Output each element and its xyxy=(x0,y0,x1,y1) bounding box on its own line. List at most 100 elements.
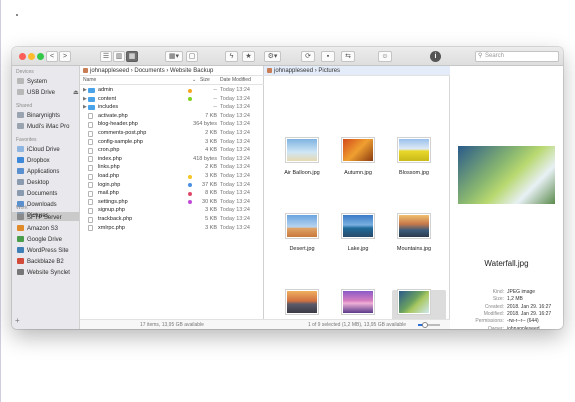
list-path-bar[interactable]: johnappleseed › Documents › Website Back… xyxy=(80,66,264,76)
favorite-button[interactable]: ★ xyxy=(242,51,255,62)
back-button[interactable]: < xyxy=(46,51,58,62)
metadata-value: JPEG image xyxy=(507,289,536,295)
metadata-key: Permissions: xyxy=(475,318,504,325)
image-thumbnail[interactable] xyxy=(285,137,319,163)
sidebar-item-label: System xyxy=(27,79,48,85)
list-view-button[interactable]: ☰ xyxy=(100,51,112,62)
file-row[interactable]: trackback.php 5 KB Today 13:24 xyxy=(80,215,264,224)
zoom-window-button[interactable] xyxy=(37,53,44,60)
image-thumbnail[interactable] xyxy=(341,213,375,239)
file-name: xmlrpc.php xyxy=(98,224,125,231)
sidebar-item-icon xyxy=(17,214,24,220)
thumbnail-label[interactable]: Desert.jpg xyxy=(274,246,330,252)
sidebar-item[interactable]: Backblaze B2 xyxy=(17,258,79,267)
thumbnail-label[interactable]: Autumn.jpg xyxy=(330,170,386,176)
close-window-button[interactable] xyxy=(19,53,26,60)
thumbnail-label-text: Mountains.jpg xyxy=(396,246,432,252)
file-row[interactable]: links.php 2 KB Today 13:24 xyxy=(80,163,264,172)
image-thumbnail[interactable] xyxy=(397,289,431,315)
image-thumbnail[interactable] xyxy=(285,289,319,315)
zoom-slider-knob[interactable] xyxy=(421,322,428,328)
file-icon xyxy=(88,130,93,137)
file-row[interactable]: ▶ content -- Today 13:24 xyxy=(80,95,264,104)
add-sidebar-item-button[interactable]: + xyxy=(15,316,20,325)
sidebar-item[interactable]: Documents xyxy=(17,190,79,199)
file-size: 5 KB xyxy=(205,216,217,222)
folder-icon xyxy=(88,96,95,102)
gear-icon: ⚙▾ xyxy=(267,53,278,60)
file-row[interactable]: signup.php 3 KB Today 13:24 xyxy=(80,206,264,215)
minimize-window-button[interactable] xyxy=(28,53,35,60)
sidebar-item[interactable]: Google Drive xyxy=(17,236,79,245)
file-size: -- xyxy=(213,87,217,93)
file-name: cron.php xyxy=(98,147,120,154)
disclosure-triangle-icon[interactable]: ▶ xyxy=(83,86,87,95)
image-thumbnail[interactable] xyxy=(397,213,431,239)
thumbnail-label[interactable]: Air Balloon.jpg xyxy=(274,170,330,176)
file-row[interactable]: mail.php 8 KB Today 13:24 xyxy=(80,189,264,198)
compare-button[interactable]: ⇆ xyxy=(341,51,355,62)
sidebar-item[interactable]: iCloud Drive xyxy=(17,146,79,155)
icon-path-bar[interactable]: johnappleseed › Pictures xyxy=(264,66,450,76)
file-row[interactable]: comments-post.php 2 KB Today 13:24 xyxy=(80,129,264,138)
file-row[interactable]: blog-header.php 364 bytes Today 13:24 xyxy=(80,120,264,129)
eject-icon[interactable]: ⏏ xyxy=(73,89,79,98)
search-input[interactable]: ⚲ Search xyxy=(475,51,559,62)
thumbnail-label[interactable]: Blossom.jpg xyxy=(386,170,442,176)
sidebar-item[interactable]: Binarynights xyxy=(17,112,79,121)
terminal-button[interactable]: ▪ xyxy=(321,51,335,62)
file-date: Today 13:24 xyxy=(220,95,250,102)
file-row[interactable]: activate.php 7 KB Today 13:24 xyxy=(80,112,264,121)
file-row[interactable]: ▶ includes -- Today 13:24 xyxy=(80,103,264,112)
file-date: Today 13:24 xyxy=(220,138,250,145)
new-file-button[interactable]: ▢ xyxy=(186,51,198,62)
sidebar-item-label: Amazon S3 xyxy=(27,226,59,232)
file-row[interactable]: index.php 418 bytes Today 13:24 xyxy=(80,155,264,164)
sidebar-item[interactable]: Desktop xyxy=(17,179,79,188)
quick-action-button[interactable]: ϟ xyxy=(225,51,238,62)
sidebar-item[interactable]: WordPress Site xyxy=(17,247,79,256)
info-icon: i xyxy=(434,53,437,60)
image-thumbnail[interactable] xyxy=(397,137,431,163)
arrange-button[interactable]: ▦▾ xyxy=(165,51,183,62)
image-thumbnail[interactable] xyxy=(341,137,375,163)
file-row[interactable]: login.php 37 KB Today 13:24 xyxy=(80,181,264,190)
info-button[interactable]: i xyxy=(430,51,441,62)
file-icon xyxy=(88,207,93,214)
connect-button[interactable]: ☺ xyxy=(378,51,392,62)
file-row[interactable]: settings.php 30 KB Today 13:24 xyxy=(80,198,264,207)
file-row[interactable]: config-sample.php 3 KB Today 13:24 xyxy=(80,138,264,147)
file-name: signup.php xyxy=(98,207,125,214)
file-row[interactable]: load.php 3 KB Today 13:24 xyxy=(80,172,264,181)
file-row[interactable]: xmlrpc.php 3 KB Today 13:24 xyxy=(80,224,264,233)
sidebar-item[interactable]: Applications xyxy=(17,168,79,177)
sidebar-item-label: iCloud Drive xyxy=(27,147,60,153)
sidebar-item[interactable]: Dropbox xyxy=(17,157,79,166)
date-column-header[interactable]: Date Modified xyxy=(220,76,251,85)
file-size: 2 KB xyxy=(205,164,217,171)
sidebar-item[interactable]: SFTP Server xyxy=(17,214,79,223)
file-row[interactable]: ▶ admin -- Today 13:24 xyxy=(80,86,264,95)
file-size: 364 bytes xyxy=(193,121,217,128)
disclosure-triangle-icon[interactable]: ▶ xyxy=(83,103,87,112)
thumbnail-image xyxy=(343,291,373,313)
icon-view-button[interactable]: ▦ xyxy=(126,51,138,62)
image-thumbnail[interactable] xyxy=(341,289,375,315)
column-view-button[interactable]: ▥ xyxy=(113,51,125,62)
sidebar-item[interactable]: Amazon S3 xyxy=(17,225,79,234)
sidebar-item[interactable]: Website Synclet xyxy=(17,269,79,278)
sidebar-item[interactable]: Mudi's iMac Pro xyxy=(17,123,79,132)
size-column-header[interactable]: Size xyxy=(200,76,210,85)
image-thumbnail[interactable] xyxy=(285,213,319,239)
thumbnail-label[interactable]: Lake.jpg xyxy=(330,246,386,252)
file-row[interactable]: cron.php 4 KB Today 13:24 xyxy=(80,146,264,155)
zoom-slider[interactable] xyxy=(418,322,440,328)
thumbnail-label[interactable]: Mountains.jpg xyxy=(386,246,442,252)
action-menu-button[interactable]: ⚙▾ xyxy=(264,51,281,62)
sidebar-item[interactable]: USB Drive ⏏ xyxy=(17,89,79,98)
forward-button[interactable]: > xyxy=(59,51,71,62)
sync-button[interactable]: ⟳ xyxy=(301,51,315,62)
sidebar-item[interactable]: System xyxy=(17,78,79,87)
disclosure-triangle-icon[interactable]: ▶ xyxy=(83,95,87,104)
name-column-header[interactable]: Name xyxy=(83,76,96,85)
